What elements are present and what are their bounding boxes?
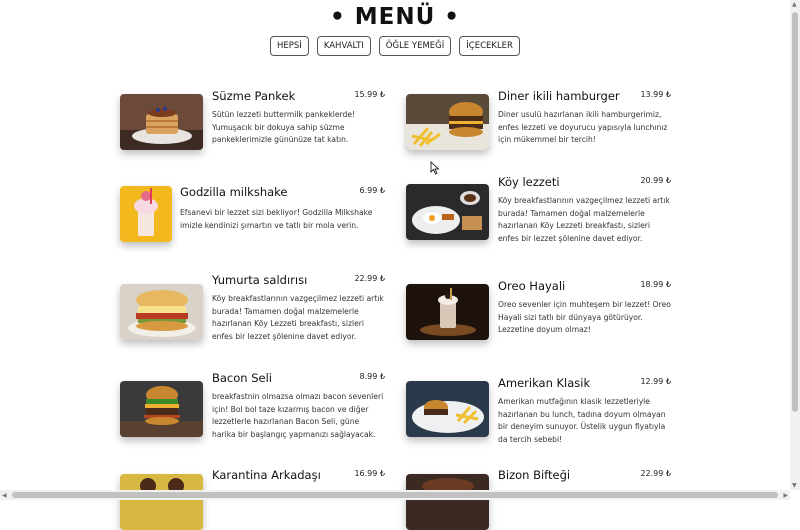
item-title: Süzme Pankek bbox=[212, 89, 296, 103]
oreo-shake-image bbox=[406, 284, 489, 340]
filter-drinks-button[interactable]: İÇECEKLER bbox=[459, 36, 520, 56]
menu-item-oreo-dream: Oreo Hayali 18.99 ₺ Oreo sevenler için m… bbox=[406, 279, 671, 344]
item-title: Amerikan Klasik bbox=[498, 376, 591, 390]
page-title: • MENÜ • bbox=[330, 4, 460, 30]
menu-item-double-burger: Diner ikili hamburger 13.99 ₺ Diner usul… bbox=[406, 89, 671, 154]
scroll-left-arrow-icon[interactable]: ◀ bbox=[2, 492, 7, 499]
item-description: breakfastnin olmazsa olmazı bacon sevenl… bbox=[212, 392, 384, 439]
scroll-right-arrow-icon[interactable]: ▶ bbox=[783, 492, 788, 499]
item-price: 15.99 ₺ bbox=[354, 90, 385, 99]
menu-item-milkshake: Godzilla milkshake 6.99 ₺ Efsanevi bir l… bbox=[120, 185, 385, 246]
milkshake-image bbox=[120, 186, 172, 242]
item-description: Diner usulü hazırlanan ikili hamburgerim… bbox=[498, 110, 668, 144]
filter-all-button[interactable]: HEPSİ bbox=[270, 36, 309, 56]
item-description: Amerikan mutfağının klasik lezzetleriyle… bbox=[498, 397, 666, 444]
menu-item-pancake: Süzme Pankek 15.99 ₺ Sütün lezzeti butte… bbox=[120, 89, 385, 154]
item-price: 13.99 ₺ bbox=[640, 90, 671, 99]
item-price: 22.99 ₺ bbox=[640, 469, 671, 478]
bacon-burger-image bbox=[120, 381, 203, 437]
scroll-up-arrow-icon[interactable]: ▲ bbox=[792, 1, 797, 8]
item-title: Oreo Hayali bbox=[498, 279, 566, 293]
item-title: Bacon Seli bbox=[212, 371, 273, 385]
item-price: 12.99 ₺ bbox=[640, 377, 671, 386]
pancake-image bbox=[120, 94, 203, 150]
item-description: Köy breakfastlarının vazgeçilmez lezzeti… bbox=[212, 294, 384, 341]
quarantine-image bbox=[120, 474, 203, 530]
menu-item-american-classic: Amerikan Klasik 12.99 ₺ Amerikan mutfağı… bbox=[406, 376, 671, 444]
menu-item-village-breakfast: Köy lezzeti 20.99 ₺ Köy breakfastlarının… bbox=[406, 175, 671, 244]
vertical-scrollbar[interactable]: ▲ ▼ bbox=[790, 0, 800, 490]
breakfast-image bbox=[406, 184, 489, 240]
egg-sandwich-image bbox=[120, 284, 203, 340]
item-description: Köy breakfastlarının vazgeçilmez lezzeti… bbox=[498, 196, 670, 243]
menu-item-bacon-flood: Bacon Seli 8.99 ₺ breakfastnin olmazsa o… bbox=[120, 371, 385, 441]
item-title: Bizon Bifteği bbox=[498, 468, 571, 482]
mouse-cursor-icon bbox=[430, 161, 440, 175]
item-description: Sütün lezzeti buttermilk pankeklerde! Yu… bbox=[212, 110, 356, 144]
filter-breakfast-button[interactable]: KAHVALTI bbox=[316, 36, 371, 56]
item-price: 22.99 ₺ bbox=[354, 274, 385, 283]
scroll-down-arrow-icon[interactable]: ▼ bbox=[792, 482, 797, 489]
american-plate-image bbox=[406, 381, 489, 437]
filter-bar: HEPSİ KAHVALTI ÖĞLE YEMEĞİ İÇECEKLER bbox=[0, 36, 790, 56]
item-title: Yumurta saldırısı bbox=[212, 273, 308, 287]
horizontal-scroll-thumb[interactable] bbox=[12, 492, 778, 498]
filter-lunch-button[interactable]: ÖĞLE YEMEĞİ bbox=[378, 36, 452, 56]
item-price: 6.99 ₺ bbox=[359, 186, 385, 195]
vertical-scroll-thumb[interactable] bbox=[792, 12, 798, 412]
item-title: Diner ikili hamburger bbox=[498, 89, 620, 103]
item-price: 16.99 ₺ bbox=[354, 469, 385, 478]
item-price: 18.99 ₺ bbox=[640, 280, 671, 289]
horizontal-scrollbar[interactable]: ◀ ▶ bbox=[0, 490, 790, 500]
item-title: Karantina Arkadaşı bbox=[212, 468, 321, 482]
item-description: Efsanevi bir lezzet sizi bekliyor! Godzi… bbox=[180, 208, 373, 230]
steak-image bbox=[406, 474, 489, 530]
menu-item-egg-attack: Yumurta saldırısı 22.99 ₺ Köy breakfastl… bbox=[120, 273, 385, 344]
item-price: 8.99 ₺ bbox=[359, 372, 385, 381]
item-description: Oreo sevenler için muhteşem bir lezzet! … bbox=[498, 300, 671, 334]
item-title: Köy lezzeti bbox=[498, 175, 560, 189]
item-price: 20.99 ₺ bbox=[640, 176, 671, 185]
item-title: Godzilla milkshake bbox=[180, 185, 288, 199]
burger-image bbox=[406, 94, 489, 150]
